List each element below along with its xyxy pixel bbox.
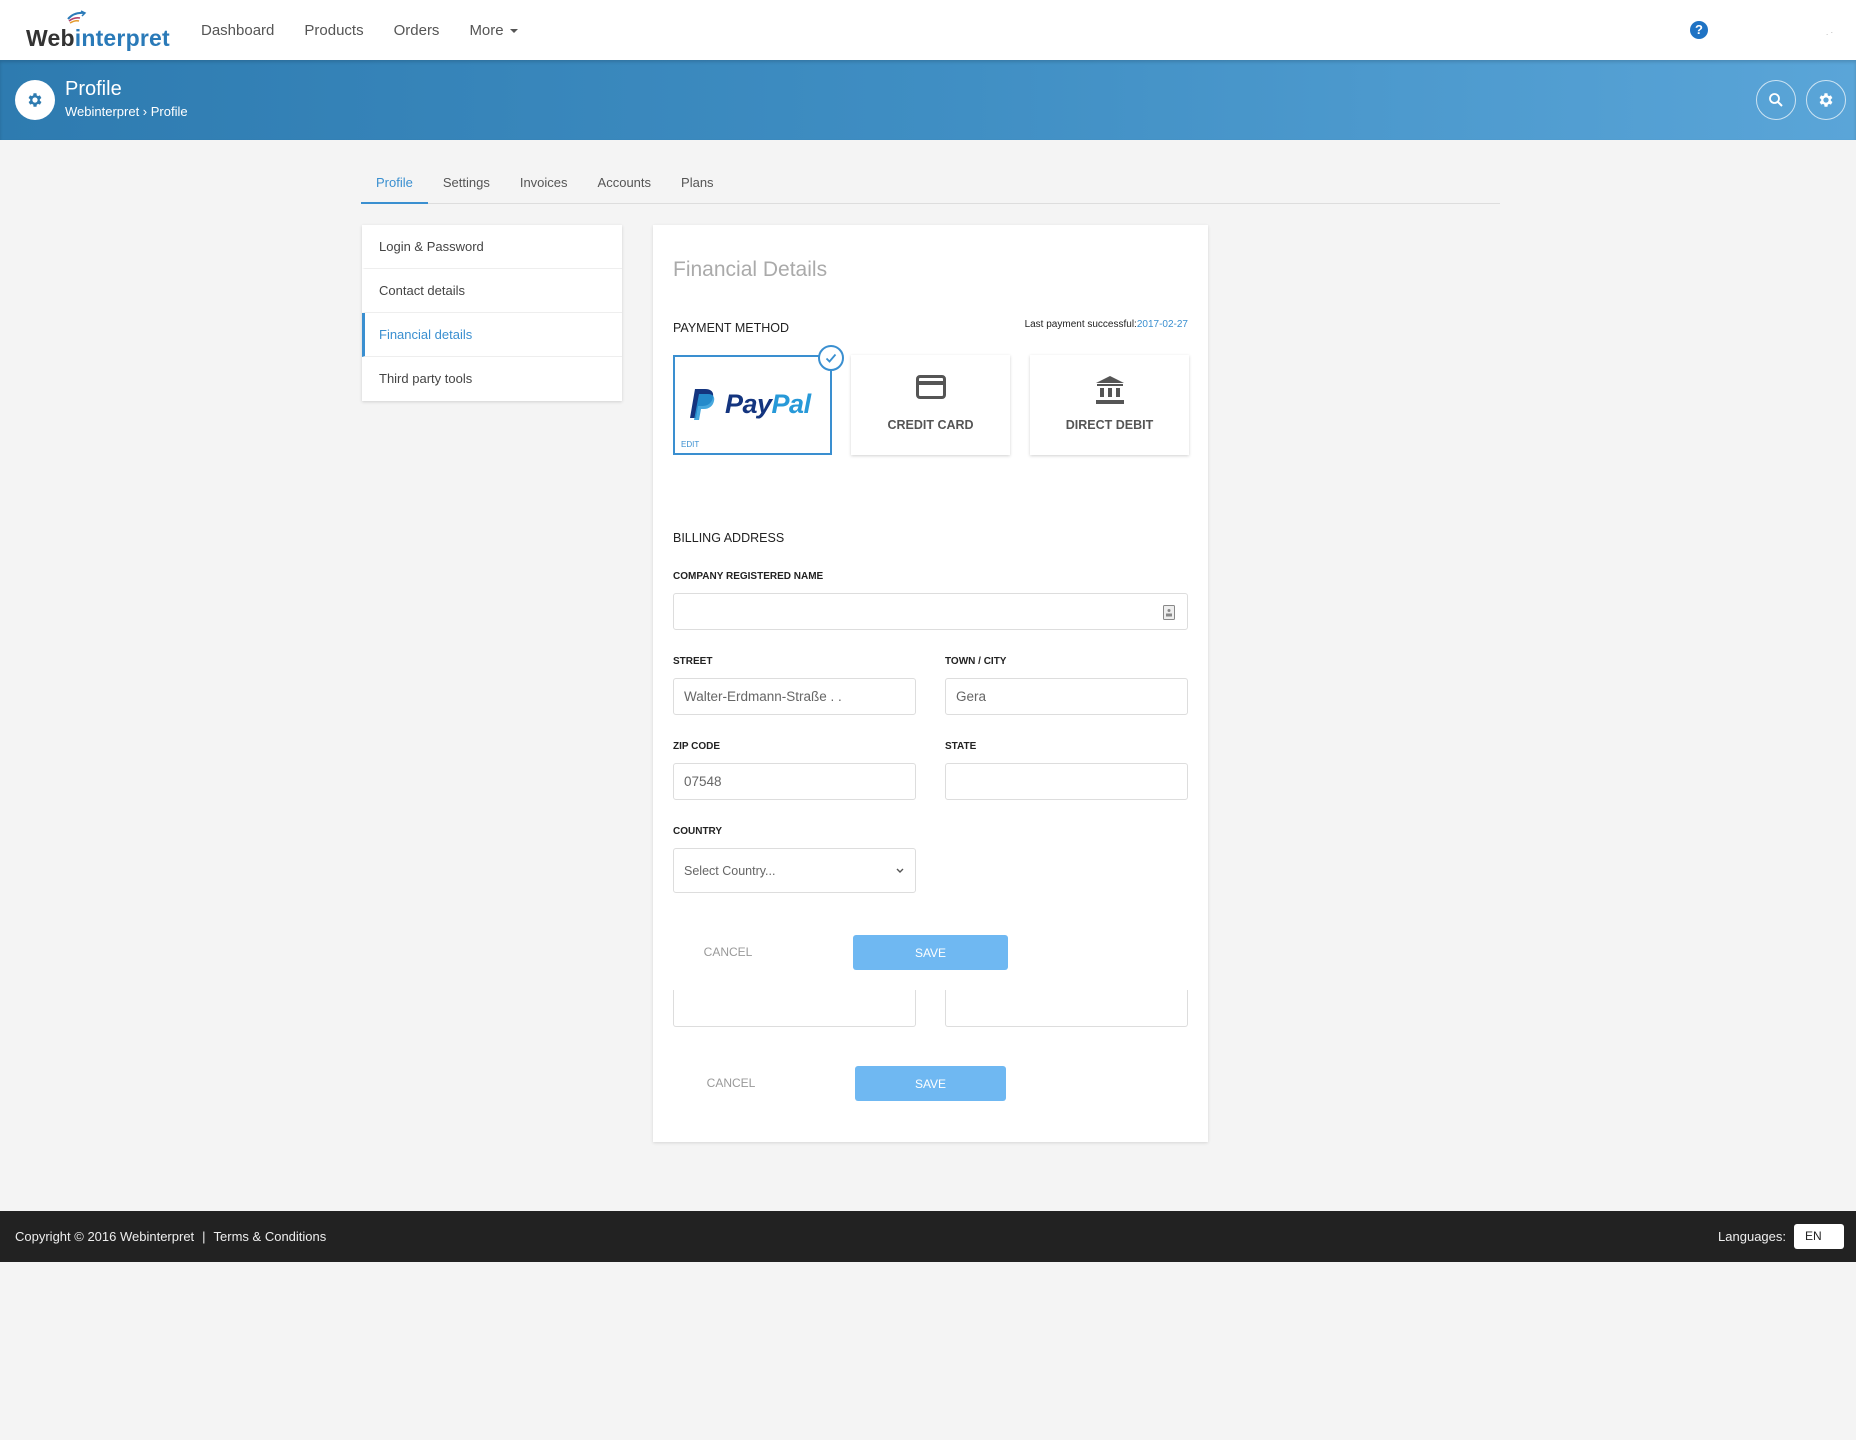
tab-accounts[interactable]: Accounts [583,166,666,204]
paypal-logo: PayPal [689,387,811,421]
nav-dashboard[interactable]: Dashboard [201,22,274,39]
paypal-edit-link[interactable]: EDIT [681,440,699,449]
logo-swoosh-icon [67,10,87,24]
zip-code-input[interactable]: 07548 [673,763,916,800]
copyright-text: Copyright © 2016 Webinterpret [15,1229,195,1244]
company-name-label: COMPANY REGISTERED NAME [673,571,824,582]
tab-plans[interactable]: Plans [666,166,729,204]
bank-icon [1095,376,1124,404]
profile-side-menu: Login & Password Contact details Financi… [362,225,622,401]
paypal-wordmark-pay: Pay [725,388,772,419]
paypal-p-icon [690,389,715,420]
paypal-wordmark-pal: Pal [771,388,812,419]
save-button-secondary[interactable]: SAVE [855,1066,1006,1101]
direct-debit-label: DIRECT DEBIT [1065,418,1154,432]
save-button[interactable]: SAVE [853,935,1008,970]
user-menu[interactable]: . · [1826,28,1833,37]
tab-profile[interactable]: Profile [361,166,428,204]
settings-button[interactable] [1806,80,1846,120]
side-item-contact-details[interactable]: Contact details [362,269,622,313]
zip-code-label: ZIP CODE [673,741,721,752]
financial-details-card: Financial Details PAYMENT METHOD Last pa… [653,225,1208,1142]
language-select[interactable]: EN [1794,1224,1844,1249]
last-payment-date: 2017-02-27 [1136,319,1188,330]
side-item-login-password[interactable]: Login & Password [362,225,622,269]
ghost-input-left[interactable] [673,990,916,1027]
country-label: COUNTRY [673,826,723,837]
town-city-label: TOWN / CITY [945,656,1007,667]
logo-text-web: Web [26,25,75,51]
street-label: STREET [673,656,713,667]
languages-label: Languages: [1718,1229,1786,1244]
cancel-button-secondary[interactable]: CANCEL [696,1076,766,1090]
caret-down-icon [509,29,518,33]
town-city-value: Gera [956,689,987,704]
page-header-badge [15,80,55,120]
chevron-down-icon [896,868,904,873]
help-icon[interactable]: ? [1690,21,1708,39]
town-city-input[interactable]: Gera [945,678,1188,715]
footer: Copyright © 2016 Webinterpret | Terms & Co… [0,1211,1856,1262]
footer-separator: | [202,1229,206,1244]
credit-card-label: CREDIT CARD [887,418,974,432]
page-title: Profile [65,78,122,100]
nav-products[interactable]: Products [304,22,363,39]
profile-tabs: Profile Settings Invoices Accounts Plans [361,166,1500,204]
tab-invoices[interactable]: Invoices [505,166,583,204]
payment-method-credit-card[interactable]: CREDIT CARD [851,355,1010,455]
webinterpret-logo[interactable]: Webinterpret [26,10,170,50]
side-item-financial-details[interactable]: Financial details [362,313,622,357]
credit-card-icon [915,375,946,399]
logo-text-interpret: interpret [74,25,170,51]
nav-more[interactable]: More [469,21,518,39]
state-input[interactable] [945,763,1188,800]
payment-method-paypal[interactable]: PayPal EDIT [673,345,844,455]
selected-check-badge [818,345,844,371]
paypal-wordmark: PayPal [725,389,811,420]
street-input[interactable]: Walter-Erdmann-Straße . . [673,678,916,715]
nav-more-label: More [469,21,504,39]
street-value: Walter-Erdmann-Straße . . [684,689,842,704]
tab-settings[interactable]: Settings [428,166,505,204]
check-icon [825,353,837,363]
gear-icon [28,93,42,107]
zip-code-value: 07548 [684,774,722,789]
logo-text: Webinterpret [26,27,170,50]
nav-orders[interactable]: Orders [394,22,440,39]
main-nav: Dashboard Products Orders More [201,0,548,60]
cancel-button[interactable]: CANCEL [693,945,763,959]
company-name-input[interactable] [673,593,1188,630]
terms-link[interactable]: Terms & Conditions [214,1229,327,1244]
billing-address-label: BILLING ADDRESS [673,531,785,545]
language-selector: Languages: EN [1718,1224,1844,1249]
country-placeholder: Select Country... [684,863,776,878]
footer-left: Copyright © 2016 Webinterpret | Terms & Co… [15,1229,326,1244]
page-header: Profile Webinterpret › Profile [0,60,1856,140]
country-select[interactable]: Select Country... [673,848,916,893]
contact-card-icon [1163,605,1175,620]
payment-method-direct-debit[interactable]: DIRECT DEBIT [1030,355,1189,455]
breadcrumb[interactable]: Webinterpret › Profile [65,104,188,119]
search-button[interactable] [1756,80,1796,120]
ghost-input-right[interactable] [945,990,1188,1027]
top-navbar: Webinterpret Dashboard Products Orders M… [0,0,1856,60]
side-item-third-party-tools[interactable]: Third party tools [362,357,622,401]
state-label: STATE [945,741,977,752]
card-title: Financial Details [673,258,828,281]
last-payment-status: Last payment successful:2017-02-27 [1025,319,1188,330]
last-payment-label: Last payment successful: [1024,319,1137,330]
payment-method-label: PAYMENT METHOD [673,321,789,335]
settings-icon [1819,93,1833,107]
search-icon [1769,93,1783,107]
